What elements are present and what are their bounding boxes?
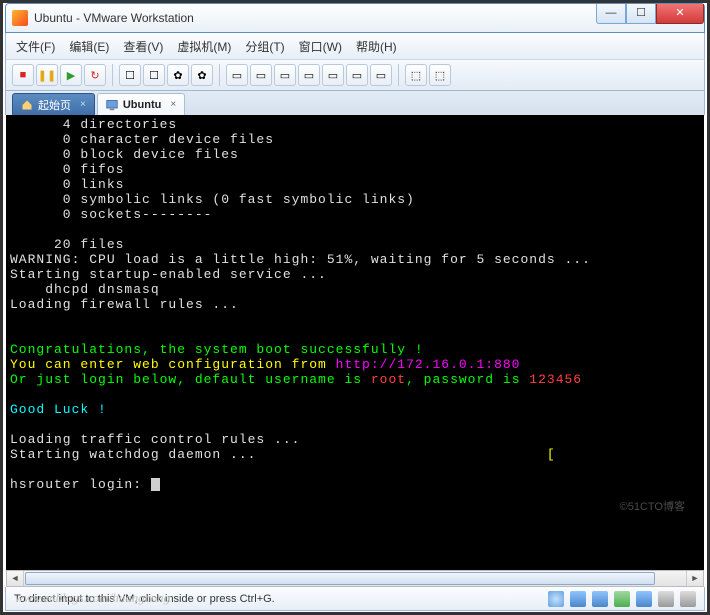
menu-help[interactable]: 帮助(H) (356, 38, 397, 55)
network-icon[interactable] (614, 591, 630, 607)
scroll-right-button[interactable]: ► (686, 571, 703, 586)
settings-button[interactable]: ✿ (191, 64, 213, 86)
poweroff-button[interactable]: ■ (12, 64, 34, 86)
app-icon (12, 10, 28, 26)
monitor-icon (106, 99, 118, 111)
usb-icon[interactable] (636, 591, 652, 607)
tab-ubuntu-close[interactable]: × (170, 99, 176, 110)
horizontal-scrollbar[interactable]: ◄ ► (6, 570, 704, 587)
term-line: 0 block device files (10, 147, 239, 162)
sound-icon[interactable] (658, 591, 674, 607)
home-icon (21, 99, 33, 111)
play-button[interactable]: ▶ (60, 64, 82, 86)
view-f-button[interactable]: ▭ (346, 64, 368, 86)
term-login-a: Or just login below, default username is (10, 372, 371, 387)
menu-tabs[interactable]: 分组(T) (245, 38, 284, 55)
view-a-button[interactable]: ▭ (226, 64, 248, 86)
menu-window[interactable]: 窗口(W) (299, 38, 342, 55)
term-line: 0 character device files (10, 132, 274, 147)
view-d-button[interactable]: ▭ (298, 64, 320, 86)
term-bracket: [ (256, 447, 555, 462)
floppy-icon[interactable] (570, 591, 586, 607)
term-line: 0 sockets-------- (10, 207, 212, 222)
term-login-user: root (371, 372, 406, 387)
term-line: dhcpd dnsmasq (10, 282, 160, 297)
separator (112, 64, 113, 86)
term-line: Starting watchdog daemon ... (10, 447, 256, 462)
separator (398, 64, 399, 86)
term-goodluck: Good Luck ! (10, 402, 107, 417)
view-g-button[interactable]: ▭ (370, 64, 392, 86)
tabbar: 起始页 × Ubuntu × (5, 91, 705, 115)
screenshot-button[interactable]: ✿ (167, 64, 189, 86)
scroll-thumb[interactable] (25, 572, 655, 585)
fullscreen-button[interactable]: ⬚ (429, 64, 451, 86)
snapshot-button[interactable]: ☐ (119, 64, 141, 86)
reset-button[interactable]: ↻ (84, 64, 106, 86)
menu-edit[interactable]: 编辑(E) (69, 38, 109, 55)
cdrom-icon[interactable] (548, 591, 564, 607)
titlebar[interactable]: Ubuntu - VMware Workstation — ☐ ✕ (5, 3, 705, 33)
watermark: www.cnblogs.com/huangcong (15, 590, 170, 606)
view-b-button[interactable]: ▭ (250, 64, 272, 86)
tab-home-close[interactable]: × (80, 99, 86, 110)
tab-home[interactable]: 起始页 × (12, 93, 95, 115)
view-c-button[interactable]: ▭ (274, 64, 296, 86)
term-login-c: , password is (406, 372, 529, 387)
tab-home-label: 起始页 (38, 97, 71, 113)
term-line: 4 directories (10, 117, 177, 132)
menubar: 文件(F) 编辑(E) 查看(V) 虚拟机(M) 分组(T) 窗口(W) 帮助(… (5, 33, 705, 59)
term-webconf-url: http://172.16.0.1:880 (336, 357, 521, 372)
separator (219, 64, 220, 86)
term-login-pass: 123456 (529, 372, 582, 387)
term-line: 0 fifos (10, 162, 124, 177)
term-line: Loading firewall rules ... (10, 297, 239, 312)
view-e-button[interactable]: ▭ (322, 64, 344, 86)
scroll-left-button[interactable]: ◄ (7, 571, 24, 586)
term-line: Starting startup-enabled service ... (10, 267, 327, 282)
window-title: Ubuntu - VMware Workstation (34, 11, 194, 25)
term-congrats: Congratulations, the system boot success… (10, 342, 424, 357)
app-window: Ubuntu - VMware Workstation — ☐ ✕ 文件(F) … (5, 3, 705, 608)
watermark-2: ©51CTO博客 (620, 498, 685, 514)
unity-button[interactable]: ⬚ (405, 64, 427, 86)
term-line: Loading traffic control rules ... (10, 432, 300, 447)
maximize-button[interactable]: ☐ (626, 4, 656, 24)
term-line: 0 links (10, 177, 124, 192)
window-controls: — ☐ ✕ (596, 4, 704, 24)
tab-ubuntu-label: Ubuntu (123, 99, 161, 111)
close-button[interactable]: ✕ (656, 4, 704, 24)
minimize-button[interactable]: — (596, 4, 626, 24)
menu-view[interactable]: 查看(V) (123, 38, 163, 55)
snapshot-mgr-button[interactable]: ☐ (143, 64, 165, 86)
disk-icon[interactable] (592, 591, 608, 607)
toolbar: ■ ❚❚ ▶ ↻ ☐ ☐ ✿ ✿ ▭ ▭ ▭ ▭ ▭ ▭ ▭ ⬚ ⬚ (5, 59, 705, 91)
term-login-prompt: hsrouter login: (10, 477, 151, 492)
pause-button[interactable]: ❚❚ (36, 64, 58, 86)
status-icons (548, 591, 696, 607)
cursor-icon (151, 478, 160, 491)
term-line: WARNING: CPU load is a little high: 51%,… (10, 252, 591, 267)
tab-ubuntu[interactable]: Ubuntu × (97, 93, 185, 115)
menu-vm[interactable]: 虚拟机(M) (177, 38, 231, 55)
term-line: 0 symbolic links (0 fast symbolic links) (10, 192, 415, 207)
printer-icon[interactable] (680, 591, 696, 607)
term-webconf-a: You can enter web configuration from (10, 357, 336, 372)
terminal[interactable]: 4 directories 0 character device files 0… (6, 115, 704, 570)
menu-file[interactable]: 文件(F) (16, 38, 55, 55)
term-line: 20 files (10, 237, 124, 252)
